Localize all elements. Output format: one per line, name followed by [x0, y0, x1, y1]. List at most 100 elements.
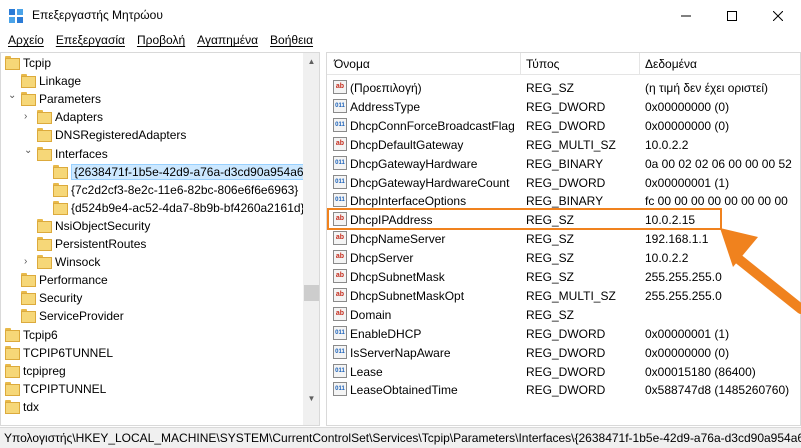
value-row[interactable]: 011 DhcpConnForceBroadcastFlag REG_DWORD 0x…: [327, 116, 800, 135]
tree-item[interactable]: Performance: [1, 271, 303, 289]
column-header-type[interactable]: Τύπος: [526, 57, 559, 71]
scroll-down-icon[interactable]: ▼: [303, 390, 319, 407]
value-type: REG_SZ: [526, 307, 575, 322]
tree-item[interactable]: tcpipreg: [1, 362, 303, 380]
folder-icon: [37, 218, 52, 234]
menu-edit[interactable]: Επεξεργασία: [50, 31, 131, 51]
tree-item[interactable]: › Winsock: [1, 253, 303, 271]
binary-value-icon: 011: [333, 117, 347, 132]
value-name: DhcpSubnetMask: [350, 270, 445, 284]
value-row[interactable]: 011 EnableDHCP REG_DWORD 0x00000001 (1): [327, 324, 800, 343]
column-divider[interactable]: [520, 53, 521, 75]
value-type: REG_SZ: [526, 232, 575, 247]
tree-item[interactable]: TCPIP6TUNNEL: [1, 344, 303, 362]
value-row[interactable]: 011 IsServerNapAware REG_DWORD 0x00000000 (…: [327, 343, 800, 362]
scrollbar-thumb[interactable]: [304, 285, 319, 301]
string-value-icon: ab: [333, 287, 347, 302]
value-type: REG_DWORD: [526, 345, 606, 360]
folder-icon: [5, 381, 20, 397]
column-header-data[interactable]: Δεδομένα: [645, 57, 697, 71]
value-type: REG_SZ: [526, 270, 575, 284]
collapse-chevron-icon[interactable]: ⌄: [8, 91, 18, 101]
close-button[interactable]: [755, 0, 801, 31]
binary-value-icon: 011: [333, 193, 347, 208]
tree-item-label: Tcpip: [23, 56, 52, 70]
value-name: EnableDHCP: [350, 326, 422, 341]
value-type: REG_BINARY: [526, 156, 604, 171]
value-type: REG_BINARY: [526, 194, 604, 209]
value-row[interactable]: 011 Lease REG_DWORD 0x00015180 (86400): [327, 362, 800, 381]
tree-vertical-scrollbar[interactable]: ▲ ▼: [303, 53, 319, 425]
folder-icon: [53, 182, 68, 198]
collapse-chevron-icon[interactable]: ⌄: [24, 145, 34, 156]
menu-file[interactable]: Αρχείο: [2, 31, 50, 51]
tree-item[interactable]: ServiceProvider: [1, 307, 303, 325]
scroll-up-icon[interactable]: ▲: [303, 53, 319, 70]
tree-item-label: Adapters: [55, 110, 104, 125]
value-data: 0x00000000 (0): [645, 345, 730, 360]
value-name: DhcpSubnetMaskOpt: [350, 288, 465, 303]
value-name: DhcpInterfaceOptions: [350, 194, 467, 209]
value-name: DhcpGatewayHardware: [350, 156, 478, 171]
minimize-button[interactable]: [663, 0, 709, 31]
tree-item[interactable]: Linkage: [1, 72, 303, 90]
expand-chevron-icon[interactable]: ›: [24, 257, 34, 267]
column-header-name[interactable]: Όνομα: [334, 57, 370, 71]
value-name: (Προεπιλογή): [350, 81, 422, 95]
tree-item-label: TCPIP6TUNNEL: [23, 345, 114, 360]
menu-bar: Αρχείο Επεξεργασία Προβολή Αγαπημένα Βοή…: [0, 31, 801, 51]
tree-item[interactable]: ⌄ Parameters: [1, 90, 303, 108]
tree-item-label: DNSRegisteredAdapters: [55, 128, 187, 143]
tree-item[interactable]: {7c2d2cf3-8e2c-11e6-82bc-806e6f6e6963}: [1, 181, 303, 199]
expand-chevron-icon[interactable]: ›: [24, 112, 34, 122]
folder-icon: [53, 200, 68, 216]
folder-icon: [5, 55, 20, 71]
value-name: Lease: [350, 364, 383, 379]
registry-editor-icon: [9, 9, 23, 23]
tree-item[interactable]: {2638471f-1b5e-42d9-a76a-d3cd90a954a6}: [1, 163, 311, 181]
tree-item-label: {2638471f-1b5e-42d9-a76a-d3cd90a954a6}: [71, 163, 311, 180]
menu-view[interactable]: Προβολή: [131, 31, 191, 51]
menu-help[interactable]: Βοήθεια: [264, 31, 319, 51]
tree-item[interactable]: ⌄ Interfaces: [1, 145, 303, 163]
value-name: DhcpGatewayHardwareCount: [350, 175, 510, 190]
tree-item-label: tcpipreg: [23, 363, 66, 378]
value-row[interactable]: ab DhcpDefaultGateway REG_MULTI_SZ 10.0.2.2: [327, 135, 800, 154]
tree-item[interactable]: {d524b9e4-ac52-4da7-8b9b-bf4260a2161d}: [1, 199, 305, 217]
key-tree-pane[interactable]: Tcpip Linkage ⌄ Parameters › Adapters DNSRegis…: [0, 52, 320, 426]
tree-item-label: Tcpip6: [23, 327, 58, 342]
tree-item-label: tdx: [23, 399, 40, 414]
folder-icon: [37, 109, 52, 125]
list-header: Όνομα Τύπος Δεδομένα: [327, 53, 800, 75]
title-bar: Επεξεργαστής Μητρώου: [0, 0, 801, 31]
tree-item-label: NsiObjectSecurity: [55, 218, 151, 233]
tree-item[interactable]: DNSRegisteredAdapters: [1, 126, 303, 144]
tree-item[interactable]: PersistentRoutes: [1, 235, 303, 253]
value-row[interactable]: 011 DhcpGatewayHardwareCount REG_DWORD 0x00…: [327, 173, 800, 192]
tree-item[interactable]: tdx: [1, 398, 303, 416]
string-value-icon: ab: [333, 231, 347, 246]
column-divider[interactable]: [639, 53, 640, 75]
binary-value-icon: 011: [333, 382, 347, 397]
tree-item[interactable]: TCPIPTUNNEL: [1, 380, 303, 398]
close-icon: [773, 10, 783, 21]
menu-favorites[interactable]: Αγαπημένα: [191, 31, 264, 51]
folder-icon: [37, 236, 52, 252]
value-data: 0x00000001 (1): [645, 326, 730, 341]
tree-item[interactable]: Tcpip: [1, 54, 303, 72]
maximize-button[interactable]: [709, 0, 755, 31]
value-data: 10.0.2.2: [645, 137, 689, 152]
tree-item[interactable]: NsiObjectSecurity: [1, 217, 303, 235]
value-data: 0x00000000 (0): [645, 99, 730, 114]
tree-item[interactable]: Security: [1, 289, 303, 307]
tree-item[interactable]: › Adapters: [1, 108, 303, 126]
value-type: REG_SZ: [526, 251, 575, 266]
value-row[interactable]: 011 DhcpGatewayHardware REG_BINARY 0a 00 02…: [327, 154, 800, 173]
value-row[interactable]: 011 LeaseObtainedTime REG_DWORD 0x588747d8 …: [327, 380, 800, 399]
tree-item-label: Parameters: [39, 92, 102, 107]
folder-icon: [5, 399, 20, 415]
binary-value-icon: 011: [333, 155, 347, 170]
value-row[interactable]: ab (Προεπιλογή) REG_SZ (η τιμή δεν έχει ορι…: [327, 78, 800, 97]
value-row[interactable]: 011 AddressType REG_DWORD 0x00000000 (0): [327, 97, 800, 116]
tree-item[interactable]: Tcpip6: [1, 326, 303, 344]
